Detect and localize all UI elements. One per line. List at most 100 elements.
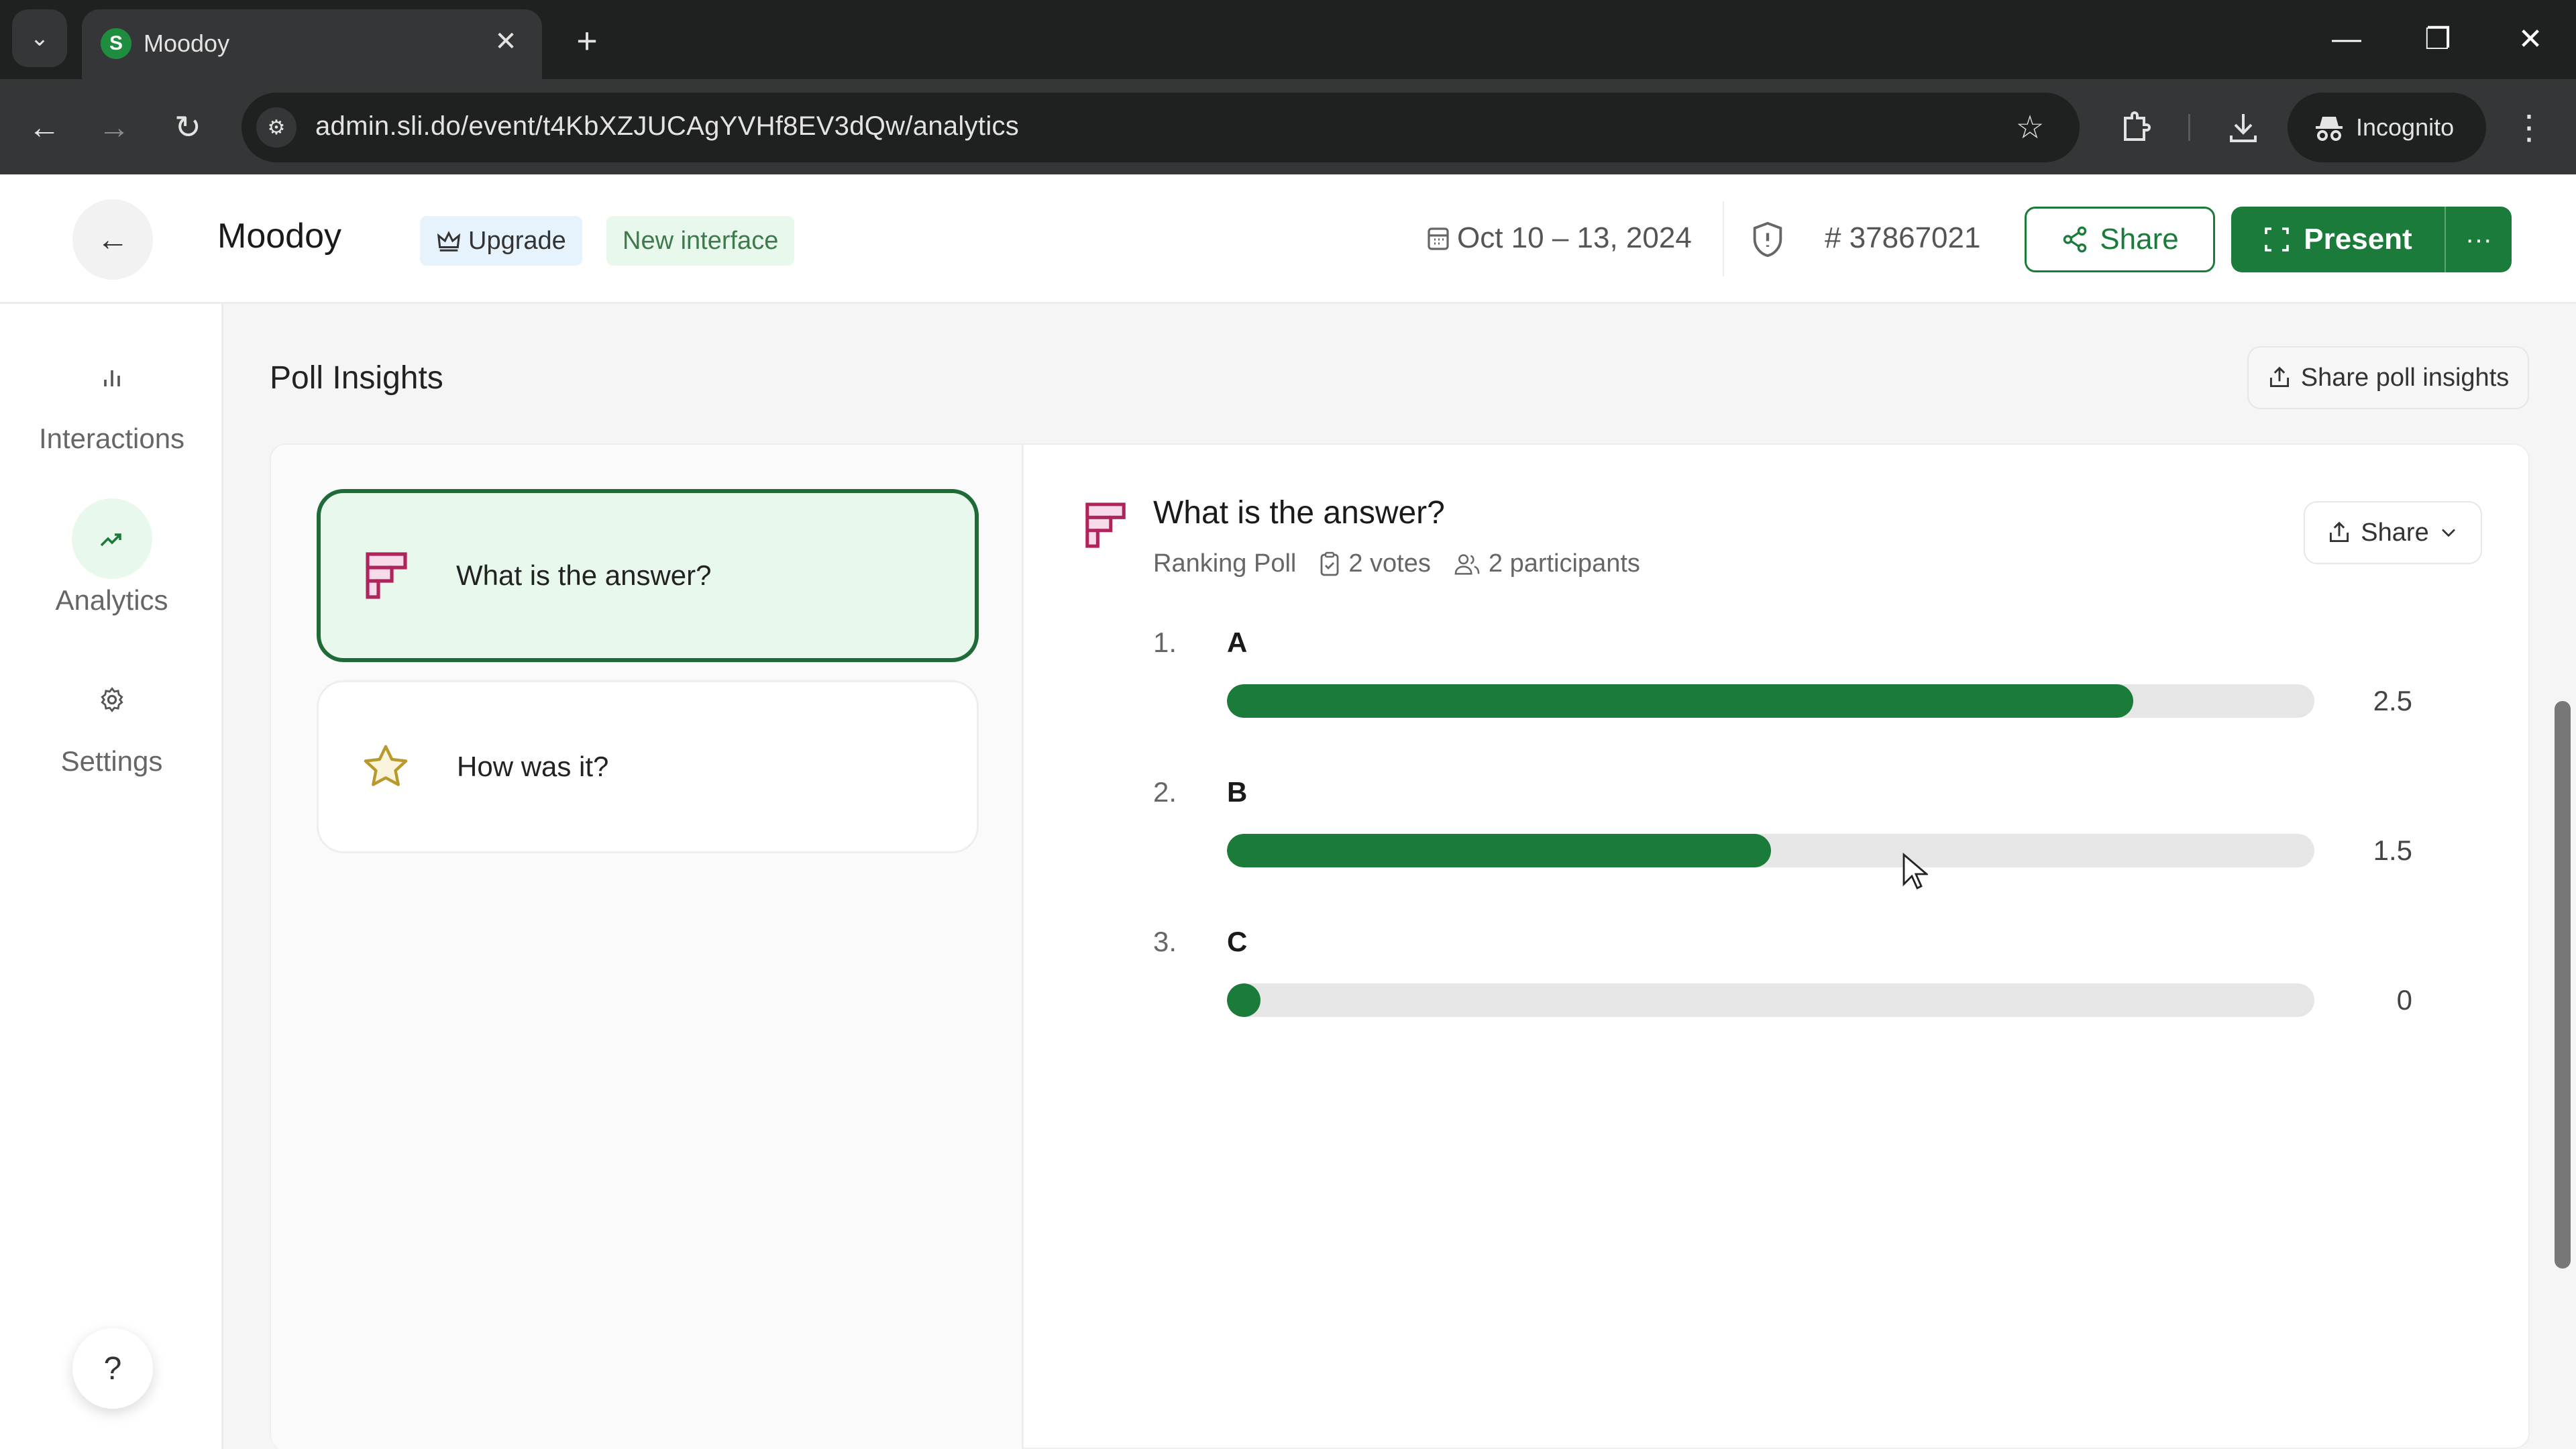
arrow-left-icon: ← bbox=[97, 221, 129, 258]
download-icon bbox=[2230, 114, 2257, 142]
event-date-range[interactable]: Oct 10 – 13, 2024 bbox=[1426, 221, 1692, 255]
app-header: ← Moodoy Upgrade New interface Oct 10 – … bbox=[0, 174, 2576, 304]
bar-track bbox=[1227, 983, 2314, 1017]
upgrade-label: Upgrade bbox=[468, 226, 566, 255]
rank-number: 3. bbox=[1153, 926, 1177, 957]
present-more-button[interactable]: ··· bbox=[2446, 207, 2512, 272]
mouse-cursor-icon bbox=[1902, 852, 1928, 890]
page-scrollbar[interactable] bbox=[2555, 701, 2571, 1269]
kebab-icon: ⋮ bbox=[2512, 109, 2546, 146]
bar-value: 2.5 bbox=[2373, 685, 2412, 716]
bar-fill bbox=[1227, 834, 1771, 867]
upgrade-button[interactable]: Upgrade bbox=[420, 216, 582, 266]
extensions-button[interactable] bbox=[2110, 102, 2161, 153]
bar-fill bbox=[1227, 983, 1260, 1017]
ranking-poll-icon bbox=[366, 552, 407, 599]
close-window-button[interactable]: ✕ bbox=[2497, 13, 2564, 64]
browser-menu-button[interactable]: ⋮ bbox=[2509, 102, 2549, 153]
help-button[interactable]: ? bbox=[72, 1328, 153, 1409]
sidebar-label: Interactions bbox=[38, 423, 185, 454]
poll-detail: What is the answer? Ranking Poll 2 votes… bbox=[1024, 445, 2531, 1449]
share-label: Share bbox=[2100, 223, 2179, 256]
bar-chart-icon bbox=[72, 337, 152, 417]
sidebar-item-interactions[interactable]: Interactions bbox=[0, 337, 223, 455]
poll-share-dropdown[interactable]: Share bbox=[2304, 501, 2482, 564]
arrow-left-icon: ← bbox=[28, 109, 60, 146]
share-poll-insights-button[interactable]: Share poll insights bbox=[2247, 346, 2529, 409]
downloads-button[interactable] bbox=[2218, 102, 2269, 153]
incognito-indicator[interactable]: Incognito bbox=[2288, 93, 2486, 162]
poll-title: What is the answer? bbox=[1153, 495, 1445, 531]
share-event-button[interactable]: Share bbox=[2025, 207, 2215, 272]
bar-track bbox=[1227, 834, 2314, 867]
toolbar-separator bbox=[2188, 114, 2190, 141]
new-interface-badge[interactable]: New interface bbox=[606, 216, 795, 266]
close-tab-button[interactable]: ✕ bbox=[488, 24, 523, 59]
forward-button[interactable]: → bbox=[89, 102, 140, 153]
result-row: 3. C 0 bbox=[1024, 926, 2531, 1046]
ranking-poll-icon bbox=[1085, 502, 1126, 548]
reload-button[interactable]: ↻ bbox=[162, 102, 213, 153]
incognito-label: Incognito bbox=[2356, 113, 2455, 141]
share-nodes-icon bbox=[2063, 226, 2087, 253]
poll-meta: Ranking Poll 2 votes 2 participants bbox=[1153, 549, 1640, 578]
restore-button[interactable]: ❐ bbox=[2404, 13, 2471, 64]
poll-list-item[interactable]: What is the answer? bbox=[317, 489, 979, 662]
site-info-button[interactable]: ⚙ bbox=[256, 107, 297, 148]
chevron-down-icon: ⌄ bbox=[30, 25, 50, 51]
chevron-down-icon bbox=[2441, 529, 2455, 537]
shield-alert-icon bbox=[1753, 221, 1782, 258]
sidebar-item-settings[interactable]: Settings bbox=[0, 659, 223, 777]
sidebar-item-analytics[interactable]: Analytics bbox=[0, 498, 223, 616]
result-row: 2. B 1.5 bbox=[1024, 776, 2531, 897]
reload-icon: ↻ bbox=[174, 110, 202, 146]
star-icon: ☆ bbox=[2015, 110, 2045, 146]
header-separator bbox=[1723, 201, 1724, 276]
gear-icon bbox=[72, 659, 152, 740]
crown-icon bbox=[437, 231, 461, 252]
users-icon bbox=[1454, 553, 1480, 575]
present-button[interactable]: Present bbox=[2231, 207, 2446, 272]
browser-tab[interactable]: S Moodoy ✕ bbox=[82, 9, 542, 79]
slido-favicon-icon: S bbox=[101, 28, 131, 59]
new-tab-button[interactable]: + bbox=[565, 19, 609, 63]
address-bar[interactable]: ⚙ admin.sli.do/event/t4KbXZJUCAgYVHf8EV3… bbox=[241, 93, 2080, 162]
option-label: C bbox=[1227, 926, 1248, 957]
bar-fill bbox=[1227, 684, 2133, 718]
back-button[interactable]: ← bbox=[19, 102, 70, 153]
event-code[interactable]: # 37867021 bbox=[1825, 221, 1980, 255]
votes-text: 2 votes bbox=[1348, 549, 1431, 578]
share-upload-icon bbox=[2269, 366, 2289, 388]
present-label: Present bbox=[2304, 223, 2412, 256]
option-label: A bbox=[1227, 627, 1248, 658]
minimize-button[interactable]: — bbox=[2313, 13, 2380, 64]
incognito-icon bbox=[2316, 117, 2343, 141]
poll-list-item[interactable]: How was it? bbox=[317, 680, 979, 853]
tab-title: Moodoy bbox=[144, 30, 230, 57]
present-button-group: Present ··· bbox=[2231, 207, 2512, 272]
participants-count: 2 participants bbox=[1454, 549, 1640, 578]
puzzle-icon bbox=[2124, 111, 2151, 141]
arrow-right-icon: → bbox=[98, 109, 130, 146]
close-icon: ✕ bbox=[494, 27, 517, 56]
participants-text: 2 participants bbox=[1488, 549, 1640, 578]
trending-up-icon bbox=[71, 498, 152, 579]
tab-search-button[interactable]: ⌄ bbox=[12, 9, 67, 67]
poll-item-title: What is the answer? bbox=[456, 559, 712, 591]
url-text[interactable]: admin.sli.do/event/t4KbXZJUCAgYVHf8EV3dQ… bbox=[315, 111, 1019, 142]
star-rating-icon bbox=[364, 745, 408, 786]
bar-value: 1.5 bbox=[2373, 835, 2412, 866]
poll-insights-card: What is the answer? How was it? What is … bbox=[270, 443, 2530, 1449]
browser-tab-strip: ⌄ S Moodoy ✕ + — ❐ ✕ bbox=[0, 0, 2576, 79]
option-label: B bbox=[1227, 776, 1248, 808]
bookmark-button[interactable]: ☆ bbox=[2010, 107, 2050, 148]
question-mark-icon: ? bbox=[103, 1350, 122, 1387]
new-interface-label: New interface bbox=[623, 226, 779, 255]
rank-number: 2. bbox=[1153, 776, 1177, 808]
event-title: Moodoy bbox=[217, 217, 341, 256]
poll-list: What is the answer? How was it? bbox=[271, 445, 1024, 1449]
rank-number: 1. bbox=[1153, 627, 1177, 658]
poll-item-title: How was it? bbox=[457, 751, 609, 782]
back-to-events-button[interactable]: ← bbox=[72, 199, 153, 280]
privacy-button[interactable] bbox=[1751, 220, 1788, 260]
